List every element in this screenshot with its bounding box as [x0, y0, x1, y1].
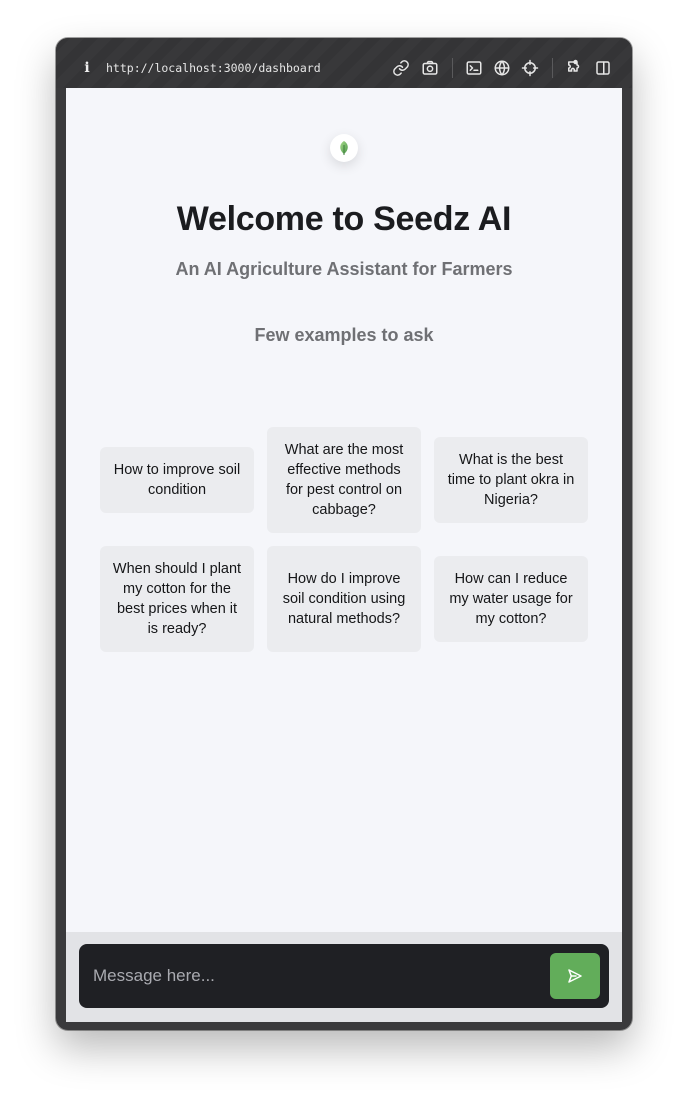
toolbar-divider — [552, 58, 553, 78]
example-prompt-card[interactable]: What are the most effective methods for … — [267, 427, 421, 533]
example-prompt-card[interactable]: How to improve soil condition — [100, 447, 254, 513]
send-button[interactable] — [550, 953, 600, 999]
examples-heading: Few examples to ask — [254, 325, 434, 345]
page-viewport: Welcome to Seedz AI An AI Agriculture As… — [66, 88, 622, 1022]
page-title: Welcome to Seedz AI — [176, 200, 512, 238]
example-prompt-card[interactable]: How do I improve soil condition using na… — [267, 546, 421, 652]
message-composer — [66, 932, 622, 1022]
link-icon[interactable] — [391, 58, 411, 78]
camera-icon[interactable] — [420, 58, 440, 78]
message-input[interactable] — [79, 944, 539, 1008]
address-bar[interactable]: http://localhost:3000/dashboard — [106, 60, 321, 76]
leaf-icon — [330, 134, 358, 162]
extensions-icon[interactable] — [564, 58, 584, 78]
page-subtitle: An AI Agriculture Assistant for Farmers — [175, 259, 513, 279]
sidebar-icon[interactable] — [593, 58, 613, 78]
crosshair-icon[interactable] — [520, 58, 540, 78]
example-prompt-card[interactable]: When should I plant my cotton for the be… — [100, 546, 254, 652]
browser-window: i http://localhost:3000/dashboard Welcom… — [56, 38, 632, 1030]
terminal-icon[interactable] — [464, 58, 484, 78]
message-input-container — [79, 944, 609, 1008]
example-prompt-card[interactable]: What is the best time to plant okra in N… — [434, 437, 588, 523]
toolbar-divider — [452, 58, 453, 78]
globe-icon[interactable] — [492, 58, 512, 78]
example-prompt-card[interactable]: How can I reduce my water usage for my c… — [434, 556, 588, 642]
send-icon — [568, 969, 582, 983]
info-icon[interactable]: i — [82, 60, 92, 76]
browser-toolbar: i http://localhost:3000/dashboard — [56, 38, 632, 88]
